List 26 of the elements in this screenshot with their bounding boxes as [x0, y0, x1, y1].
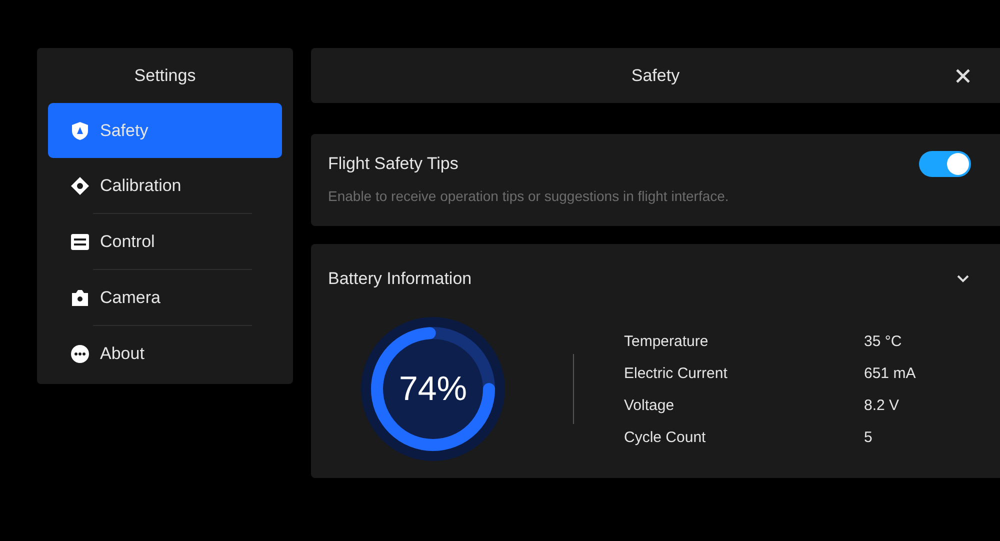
card-title: Flight Safety Tips [328, 154, 458, 174]
shield-icon [70, 120, 90, 140]
camera-icon [70, 288, 90, 308]
sidebar-item[interactable]: About [48, 326, 282, 381]
toggle-switch[interactable] [919, 151, 971, 177]
stat-value: 8.2 V [864, 396, 900, 414]
sidebar-title: Settings [133, 65, 197, 87]
stat-label: Electric Current [624, 364, 728, 382]
stat-label: Voltage [624, 396, 676, 414]
card-description: Enable to receive operation tips or suggestions in flight interface. [328, 188, 730, 204]
sidebar-item[interactable]: Camera [48, 270, 282, 325]
page-title: Safety [631, 66, 680, 86]
sidebar-item[interactable]: Safety [48, 103, 282, 158]
battery-percent: 74% [398, 372, 468, 406]
card-title: Battery Information [328, 269, 472, 289]
sidebar-item[interactable]: Control [48, 214, 282, 269]
sliders-icon [70, 232, 90, 252]
more-icon [70, 344, 90, 364]
sidebar-item[interactable]: Calibration [48, 158, 282, 213]
close-icon[interactable] [955, 68, 971, 84]
stat-value: 35 °C [864, 332, 902, 350]
stat-label: Cycle Count [624, 428, 707, 446]
stat-label: Temperature [624, 332, 710, 350]
diamond-icon [70, 176, 90, 196]
stat-value: 651 mA [864, 364, 916, 382]
stat-value: 5 [864, 428, 872, 446]
